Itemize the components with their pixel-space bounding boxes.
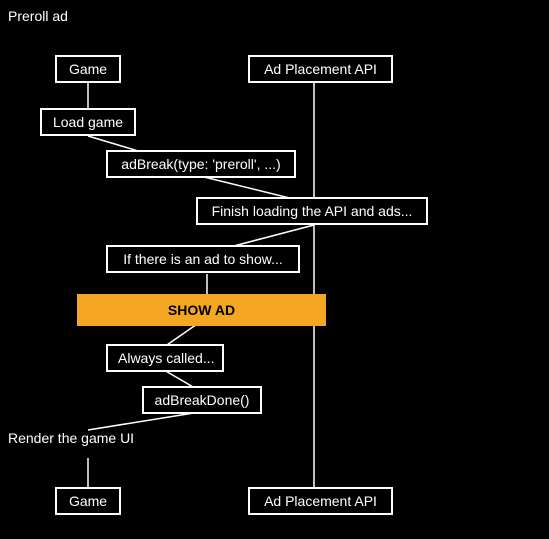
ad-break-box: adBreak(type: 'preroll', ...) — [106, 150, 296, 178]
ad-placement-api-box-1: Ad Placement API — [248, 55, 393, 83]
preroll-ad-label: Preroll ad — [8, 8, 68, 24]
game-box-2: Game — [55, 487, 121, 515]
finish-loading-box: Finish loading the API and ads... — [196, 197, 428, 225]
ad-break-done-box: adBreakDone() — [142, 386, 262, 414]
render-game-ui-label: Render the game UI — [8, 430, 134, 446]
load-game-box: Load game — [40, 108, 136, 136]
game-box-1: Game — [55, 55, 121, 83]
ad-placement-api-box-2: Ad Placement API — [248, 487, 393, 515]
if-there-is-ad-box: If there is an ad to show... — [106, 245, 300, 273]
always-called-box: Always called... — [106, 344, 224, 372]
show-ad-box: SHOW AD — [77, 294, 326, 326]
